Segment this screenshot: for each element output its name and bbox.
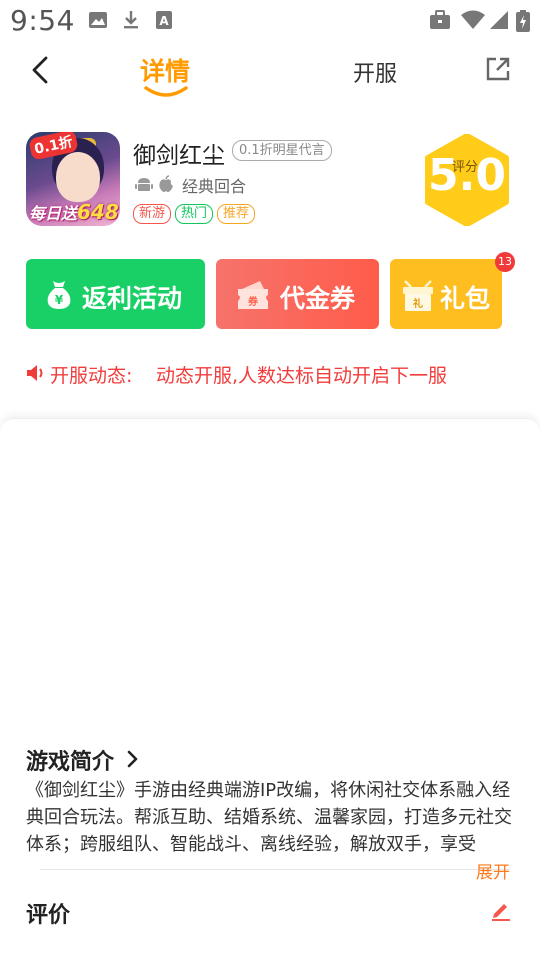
active-tab-indicator <box>144 86 188 97</box>
status-time: 9:54 <box>10 4 75 37</box>
tab-server[interactable]: 开服 <box>353 56 397 88</box>
game-title: 御剑红尘 <box>133 143 225 169</box>
rebate-button[interactable]: ¥ 返利活动 <box>26 259 205 329</box>
top-nav: 详情 开服 <box>0 44 540 100</box>
svg-text:A: A <box>159 14 169 28</box>
game-genre: 经典回合 <box>182 177 247 196</box>
score-value: 5.0 <box>428 150 506 201</box>
server-news-text: 动态开服,人数达标自动开启下一服 <box>156 365 448 387</box>
gift-button[interactable]: 礼 礼包 <box>390 259 502 329</box>
tags-row: 新游 热门 推荐 <box>133 202 259 224</box>
briefcase-icon <box>430 10 450 29</box>
icon-art-character <box>56 152 100 202</box>
rebate-label: 返利活动 <box>82 284 183 313</box>
status-bar: 9:54 A <box>0 0 540 44</box>
svg-text:礼: 礼 <box>413 297 423 310</box>
voucher-icon: 券 <box>238 281 268 309</box>
money-bag-icon: ¥ <box>47 281 71 309</box>
edit-icon[interactable] <box>490 899 512 921</box>
voucher-label: 代金券 <box>280 284 356 313</box>
expand-button[interactable]: 展开 <box>476 858 510 883</box>
divider <box>40 869 510 870</box>
wifi-icon <box>461 10 485 29</box>
gift-label: 礼包 <box>440 284 491 313</box>
review-title: 评价 <box>26 903 71 928</box>
image-icon <box>89 12 107 28</box>
tag-new: 新游 <box>133 204 172 224</box>
download-icon <box>124 11 138 29</box>
speaker-icon <box>27 365 43 381</box>
server-news-label: 开服动态: <box>50 365 133 387</box>
intro-title[interactable]: 游戏简介 <box>26 744 114 776</box>
svg-text:¥: ¥ <box>55 293 64 307</box>
gift-count-badge: 13 <box>495 252 515 272</box>
game-icon: 0.1折 每日送648 <box>26 132 120 226</box>
battery-icon <box>516 10 530 32</box>
back-button[interactable] <box>26 52 56 88</box>
tab-detail[interactable]: 详情 <box>140 52 190 88</box>
content-card <box>0 418 540 960</box>
svg-text:券: 券 <box>247 295 259 308</box>
intro-text: 《御剑红尘》手游由经典端游IP改编，将休闲社交体系融入经典回合玩法。帮派互助、结… <box>26 780 512 855</box>
chevron-right-icon[interactable] <box>125 749 139 769</box>
text-icon: A <box>156 11 172 29</box>
tag-recommended: 推荐 <box>217 204 256 224</box>
cell-signal-icon <box>490 11 508 29</box>
gift-icon: 礼 <box>403 280 433 311</box>
android-icon <box>135 178 153 191</box>
share-icon[interactable] <box>485 56 511 82</box>
voucher-button[interactable]: 券 代金券 <box>216 259 379 329</box>
tag-hot: 热门 <box>175 204 214 224</box>
discount-tag: 0.1折明星代言 <box>232 140 332 161</box>
icon-caption: 每日送648 <box>29 200 119 224</box>
apple-icon <box>159 175 173 192</box>
